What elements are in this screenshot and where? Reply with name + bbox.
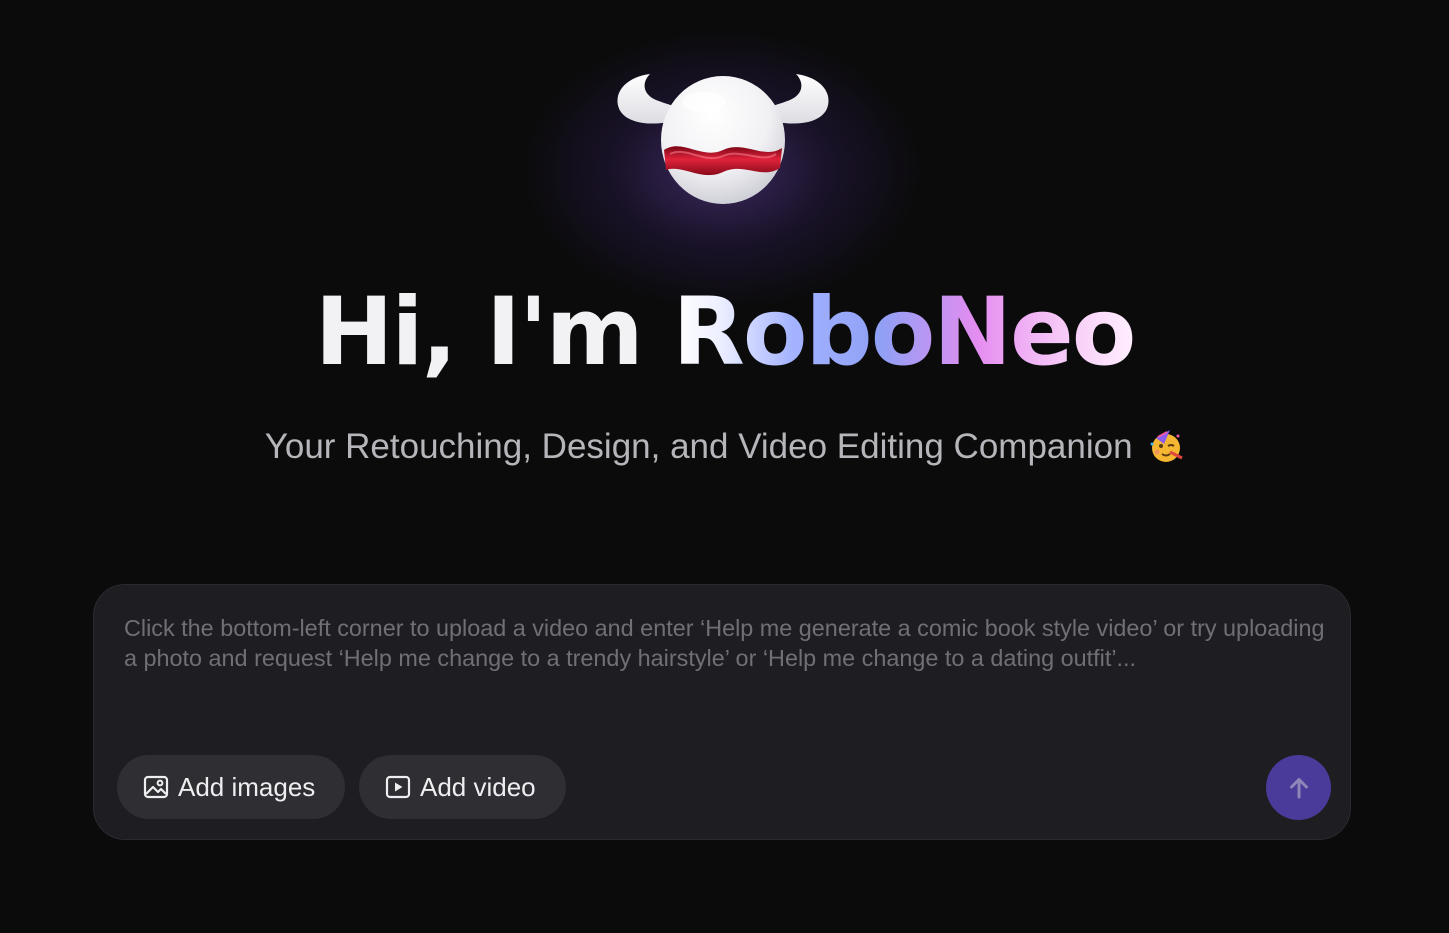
home-page: Hi, I'm RoboNeo Your Retouching, Design,… <box>0 0 1449 933</box>
party-face-icon <box>1150 429 1183 462</box>
prompt-composer: Add images Add video <box>93 584 1351 840</box>
hero-brand-name: RoboNeo <box>672 278 1136 387</box>
hero-subtitle-text: Your Retouching, Design, and Video Editi… <box>264 427 1133 466</box>
add-video-label: Add video <box>420 771 536 802</box>
hero-subtitle: Your Retouching, Design, and Video Editi… <box>0 424 1449 470</box>
send-button[interactable] <box>1266 755 1331 820</box>
image-icon <box>143 775 169 799</box>
hero-greeting: Hi, I'm <box>314 278 673 387</box>
video-icon <box>385 775 411 799</box>
add-images-label: Add images <box>178 771 316 802</box>
prompt-input[interactable] <box>124 613 1334 713</box>
add-video-button[interactable]: Add video <box>359 755 566 819</box>
roboneo-mascot-icon <box>617 74 829 204</box>
add-images-button[interactable]: Add images <box>117 755 345 819</box>
arrow-up-icon <box>1289 777 1308 798</box>
hero-headline: Hi, I'm RoboNeo <box>0 278 1449 388</box>
